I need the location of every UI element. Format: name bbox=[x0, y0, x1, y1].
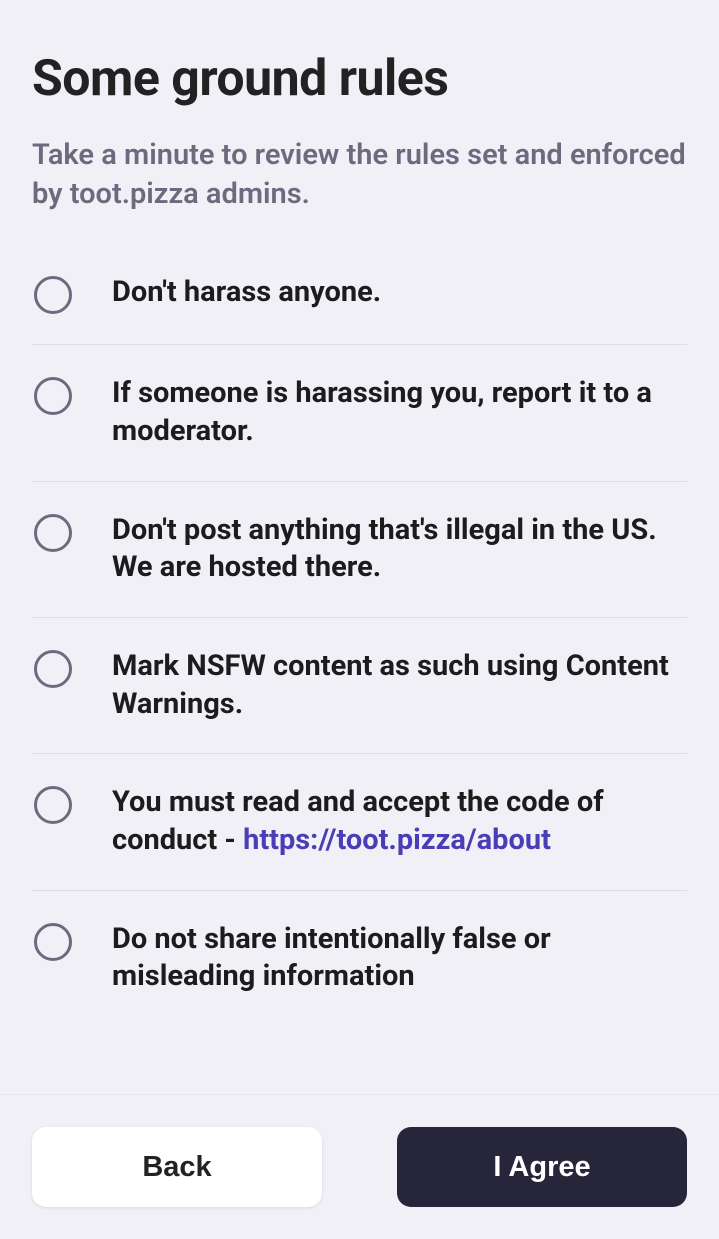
rule-item[interactable]: If someone is harassing you, report it t… bbox=[32, 345, 687, 481]
footer-bar: Back I Agree bbox=[0, 1094, 719, 1239]
circle-icon bbox=[34, 276, 72, 314]
code-of-conduct-link[interactable]: https://toot.pizza/about bbox=[243, 823, 551, 857]
rule-item[interactable]: Don't harass anyone. bbox=[32, 254, 687, 345]
circle-icon bbox=[34, 377, 72, 415]
rule-item[interactable]: Don't post anything that's illegal in th… bbox=[32, 482, 687, 618]
rule-text: Do not share intentionally false or misl… bbox=[112, 921, 687, 996]
rule-text: Don't post anything that's illegal in th… bbox=[112, 512, 687, 587]
back-button[interactable]: Back bbox=[32, 1127, 322, 1207]
page-title: Some ground rules bbox=[32, 50, 687, 108]
rule-item[interactable]: Mark NSFW content as such using Content … bbox=[32, 618, 687, 754]
rules-list: Don't harass anyone. If someone is haras… bbox=[32, 254, 687, 1026]
rule-text: You must read and accept the code of con… bbox=[112, 784, 687, 859]
agree-button[interactable]: I Agree bbox=[397, 1127, 687, 1207]
rule-item[interactable]: Do not share intentionally false or misl… bbox=[32, 891, 687, 1026]
page-subtitle: Take a minute to review the rules set an… bbox=[32, 136, 687, 214]
rule-item[interactable]: You must read and accept the code of con… bbox=[32, 754, 687, 890]
circle-icon bbox=[34, 786, 72, 824]
main-content: Some ground rules Take a minute to revie… bbox=[0, 0, 719, 1026]
circle-icon bbox=[34, 514, 72, 552]
rule-text: If someone is harassing you, report it t… bbox=[112, 375, 687, 450]
circle-icon bbox=[34, 650, 72, 688]
rule-text: Don't harass anyone. bbox=[112, 274, 687, 312]
rule-text: Mark NSFW content as such using Content … bbox=[112, 648, 687, 723]
circle-icon bbox=[34, 923, 72, 961]
